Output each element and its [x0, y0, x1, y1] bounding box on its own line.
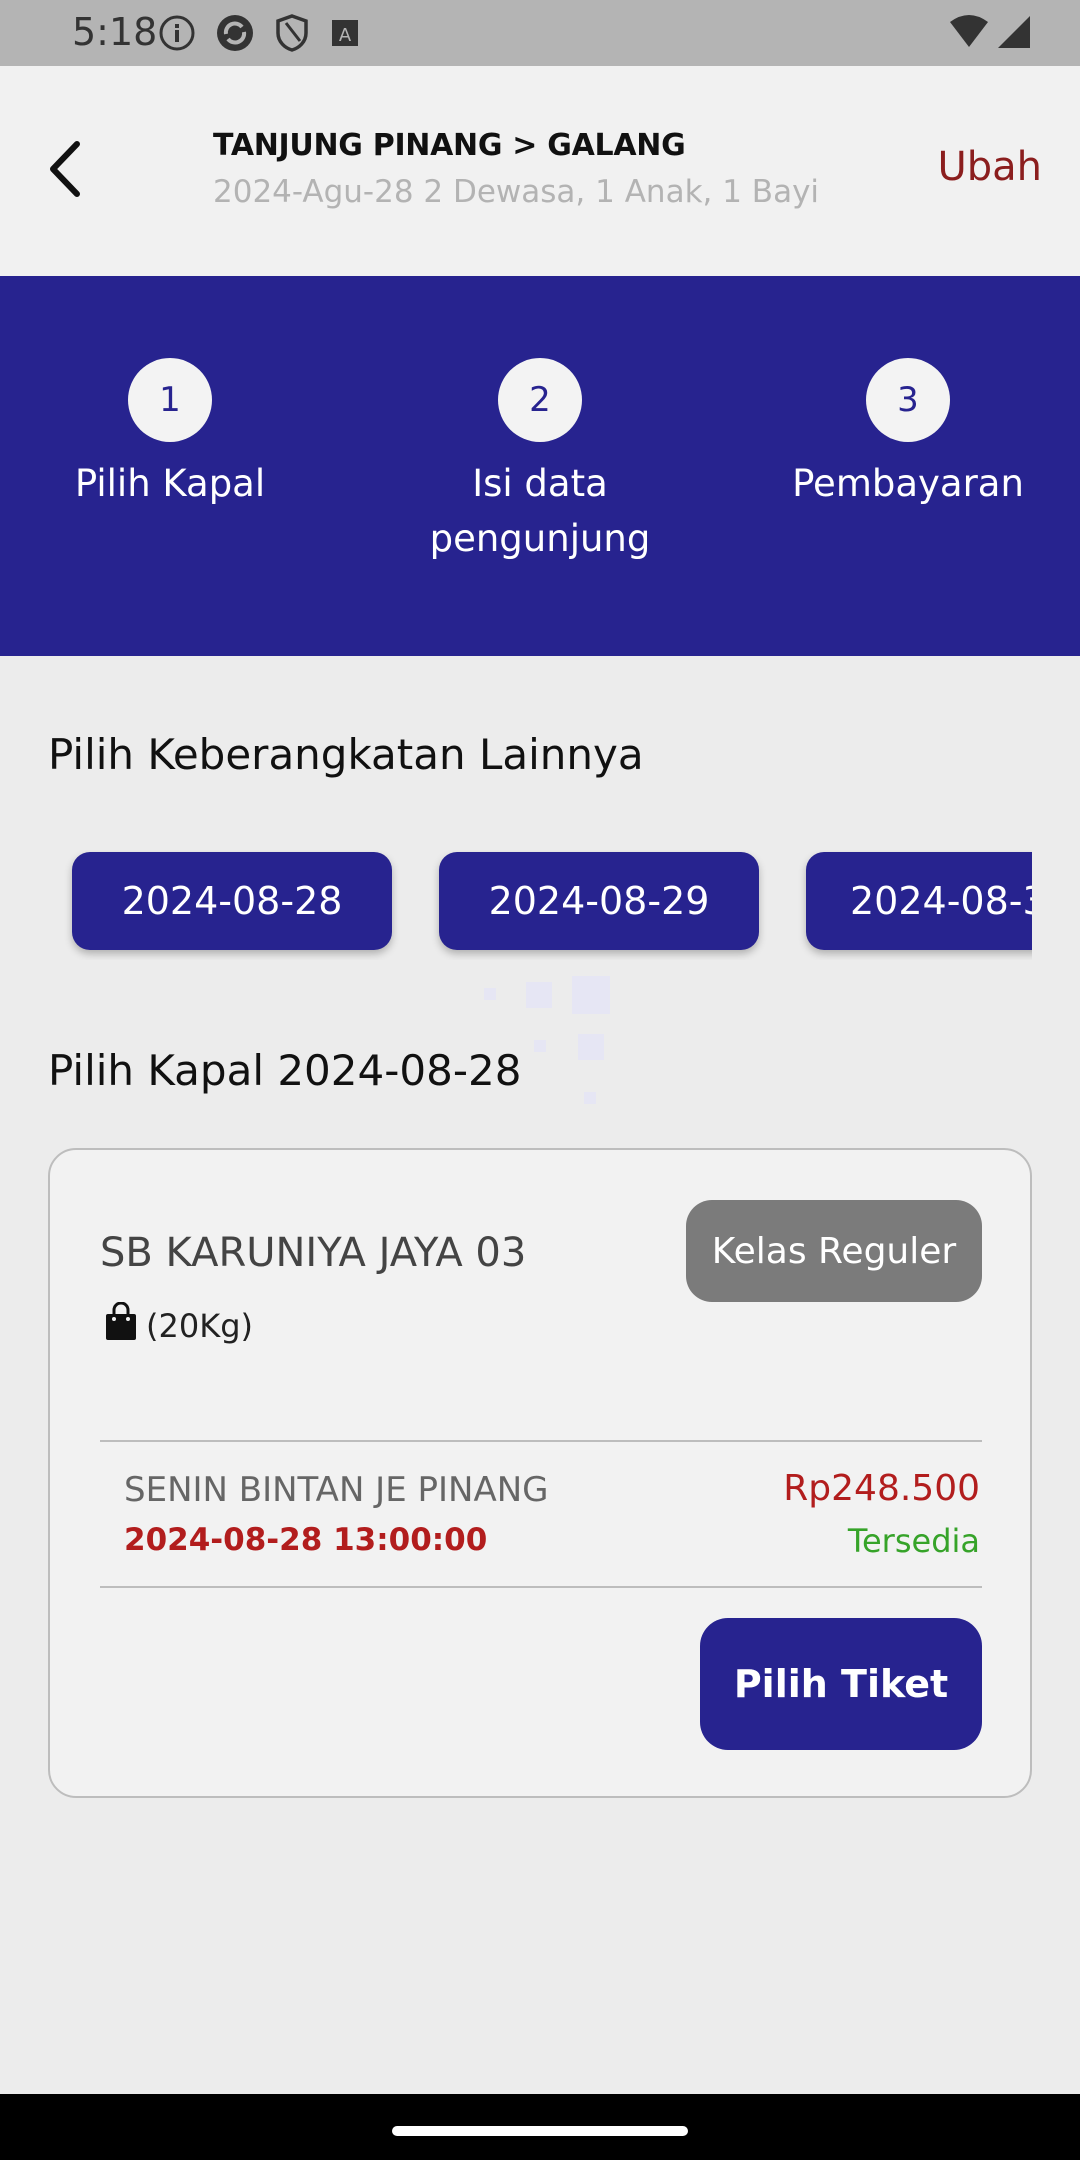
- date-selector: 2024-08-28 2024-08-29 2024-08-30: [0, 850, 1032, 960]
- step-number: 1: [128, 358, 212, 442]
- departure-time: 2024-08-28 13:00:00: [124, 1522, 488, 1558]
- info-icon: [158, 14, 196, 56]
- class-badge: Kelas Reguler: [686, 1200, 982, 1302]
- system-nav-bar: [0, 2094, 1080, 2160]
- shopping-bag-icon: [104, 1301, 138, 1350]
- trip-info: 2024-Agu-28 2 Dewasa, 1 Anak, 1 Bayi: [213, 174, 820, 210]
- step-label: Isi data pengunjung: [429, 462, 651, 560]
- step-choose-ship: 1 Pilih Kapal: [20, 358, 320, 511]
- step-number: 2: [498, 358, 582, 442]
- date-chip[interactable]: 2024-08-28: [72, 852, 392, 950]
- loading-dot: [578, 1034, 604, 1060]
- loading-dot: [526, 982, 552, 1008]
- wifi-icon: [948, 14, 990, 54]
- ship-name: SB KARUNIYA JAYA 03: [100, 1230, 527, 1276]
- baggage-allowance: (20Kg): [146, 1307, 253, 1345]
- back-arrow-icon: [45, 140, 85, 202]
- step-payment: 3 Pembayaran: [758, 358, 1058, 511]
- status-time: 5:18: [72, 10, 158, 54]
- loading-dot: [572, 976, 610, 1014]
- select-ticket-button[interactable]: Pilih Tiket: [700, 1618, 982, 1750]
- status-icons-left: A: [158, 12, 362, 58]
- step-label: Pembayaran: [792, 462, 1024, 505]
- change-button[interactable]: Ubah: [937, 144, 1042, 190]
- date-chip[interactable]: 2024-08-30: [806, 852, 1032, 950]
- step-visitor-data: 2 Isi data pengunjung: [390, 358, 690, 566]
- back-button[interactable]: [30, 136, 100, 206]
- font-icon: A: [328, 16, 362, 54]
- status-bar: 5:18 A: [0, 0, 1080, 66]
- shield-icon: [274, 13, 310, 57]
- signal-icon: [996, 14, 1032, 54]
- loading-dot: [484, 988, 496, 1000]
- schedule-route: SENIN BINTAN JE PINANG: [124, 1470, 549, 1510]
- loading-dot: [534, 1040, 546, 1052]
- svg-text:A: A: [339, 25, 352, 46]
- ship-section-title: Pilih Kapal 2024-08-28: [48, 1046, 522, 1095]
- availability-status: Tersedia: [847, 1522, 980, 1560]
- sync-icon: [214, 12, 256, 58]
- divider: [100, 1440, 982, 1442]
- other-departures-title: Pilih Keberangkatan Lainnya: [48, 730, 644, 779]
- loading-dot: [584, 1092, 596, 1104]
- route-title: TANJUNG PINANG > GALANG: [213, 128, 686, 163]
- booking-stepper: 1 Pilih Kapal 2 Isi data pengunjung 3 Pe…: [0, 276, 1080, 656]
- ticket-price: Rp248.500: [783, 1468, 980, 1509]
- baggage-info: (20Kg): [104, 1301, 253, 1350]
- step-label: Pilih Kapal: [74, 462, 266, 505]
- ship-card: SB KARUNIYA JAYA 03 Kelas Reguler (20Kg)…: [48, 1148, 1032, 1798]
- home-indicator[interactable]: [392, 2126, 688, 2136]
- step-number: 3: [866, 358, 950, 442]
- date-chip[interactable]: 2024-08-29: [439, 852, 759, 950]
- app-header: TANJUNG PINANG > GALANG 2024-Agu-28 2 De…: [0, 66, 1080, 276]
- status-icons-right: [948, 14, 1032, 54]
- divider: [100, 1586, 982, 1588]
